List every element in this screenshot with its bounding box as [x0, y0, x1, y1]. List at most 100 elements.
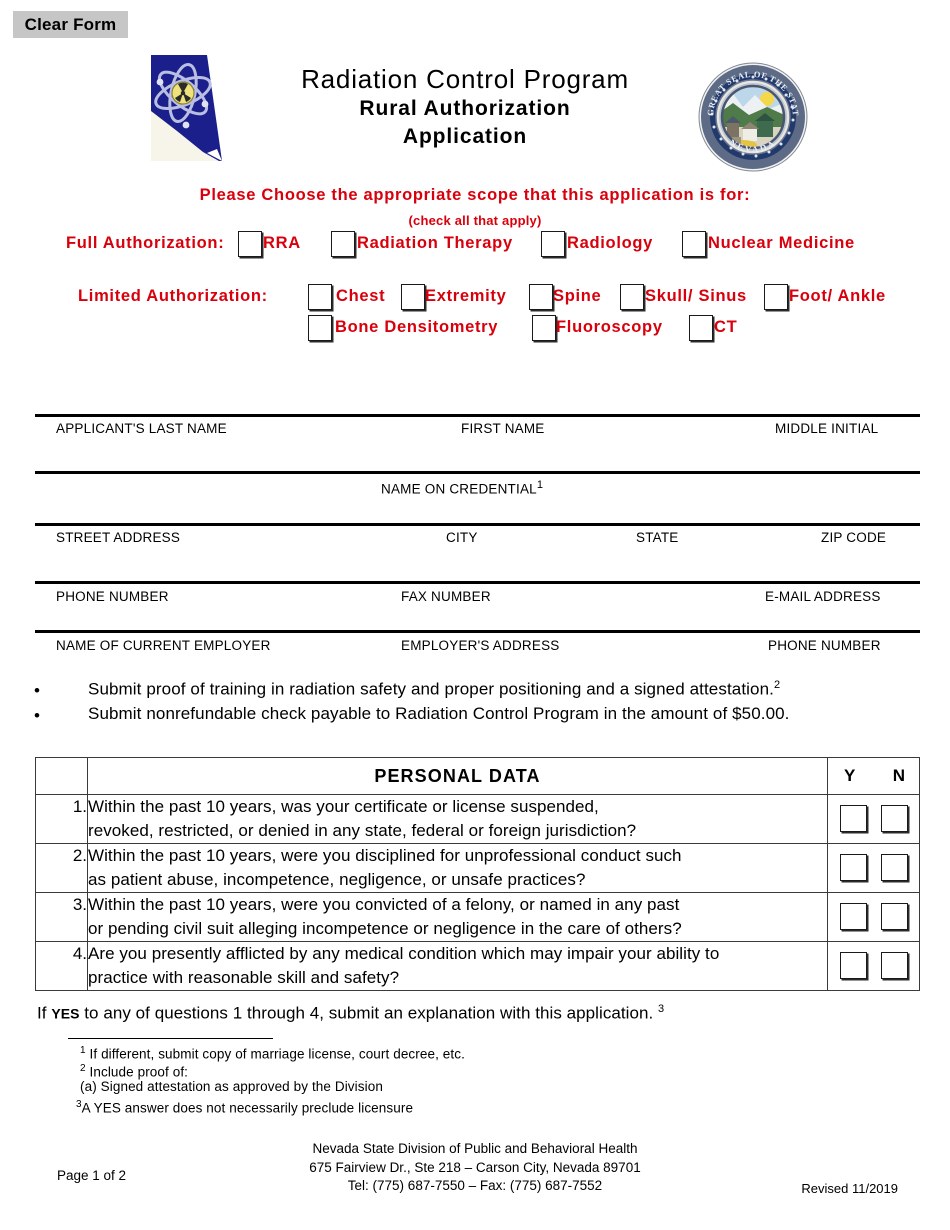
label-nuclear-medicine: Nuclear Medicine [708, 234, 855, 252]
limited-authorization-label: Limited Authorization: [78, 287, 268, 305]
scope-instruction: Please Choose the appropriate scope that… [199, 186, 751, 204]
label-email-address: E-MAIL ADDRESS [765, 589, 881, 604]
label-city: CITY [446, 530, 478, 545]
input-contact-line[interactable] [40, 554, 915, 579]
header-yes: Y [844, 766, 856, 785]
full-authorization-label: Full Authorization: [66, 234, 225, 252]
question-number-2: 2. [35, 843, 88, 893]
requirement-item-1: Submit proof of training in radiation sa… [88, 679, 781, 699]
question-line: revoked, restricted, or denied in any st… [88, 821, 637, 840]
checkbox-skull-sinus[interactable] [620, 284, 644, 310]
header-cell-yes-no: Y N [827, 757, 920, 795]
input-name-on-credential[interactable] [40, 444, 915, 469]
question-number-4: 4. [35, 941, 88, 991]
label-state: STATE [636, 530, 679, 545]
checkbox-extremity[interactable] [401, 284, 425, 310]
clear-form-button[interactable]: Clear Form [13, 11, 128, 38]
label-foot-ankle: Foot/ Ankle [789, 287, 886, 305]
question-line: Are you presently afflicted by any medic… [88, 944, 720, 963]
nevada-state-seal: ALL FOR OUR COUNTRY THE GREAT SEAL OF TH… [693, 54, 809, 173]
table-row: 1. Within the past 10 years, was your ce… [35, 794, 920, 844]
header-cell-blank [35, 757, 88, 795]
checkbox-chest[interactable] [308, 284, 332, 310]
label-bone-densitometry: Bone Densitometry [335, 318, 499, 336]
requirement-item-2: Submit nonrefundable check payable to Ra… [88, 704, 790, 723]
footnote-2a: (a) Signed attestation as approved by th… [80, 1079, 383, 1094]
question-text-3: Within the past 10 years, were you convi… [87, 892, 828, 942]
label-employer-phone-number: PHONE NUMBER [768, 638, 881, 653]
header-no: N [892, 766, 905, 785]
document-title-block: Radiation Control Program Rural Authoriz… [250, 63, 680, 151]
checkbox-q1-yes[interactable] [840, 805, 867, 832]
answer-cell-3 [827, 892, 920, 942]
question-text-4: Are you presently afflicted by any medic… [87, 941, 828, 991]
checkbox-fluoroscopy[interactable] [532, 315, 556, 341]
question-line: Within the past 10 years, were you disci… [88, 846, 682, 865]
question-line: or pending civil suit alleging incompete… [88, 919, 682, 938]
checkbox-q3-yes[interactable] [840, 903, 867, 930]
checkbox-spine[interactable] [529, 284, 553, 310]
label-name-on-credential: NAME ON CREDENTIAL1 [381, 479, 544, 497]
field-rule-row3 [35, 523, 920, 526]
table-row: 4. Are you presently afflicted by any me… [35, 941, 920, 991]
personal-data-table: PERSONAL DATA Y N 1. Within the past 10 … [35, 757, 920, 991]
checkbox-radiology[interactable] [541, 231, 565, 257]
label-current-employer: NAME OF CURRENT EMPLOYER [56, 638, 271, 653]
field-rule-row1 [35, 414, 920, 417]
input-address-line[interactable] [40, 497, 915, 521]
label-chest: Chest [336, 287, 386, 305]
table-row: 3. Within the past 10 years, were you co… [35, 892, 920, 942]
table-row: 2. Within the past 10 years, were you di… [35, 843, 920, 893]
answer-cell-4 [827, 941, 920, 991]
checkbox-nuclear-medicine[interactable] [682, 231, 706, 257]
label-radiation-therapy: Radiation Therapy [357, 234, 513, 252]
label-applicant-last-name: APPLICANT'S LAST NAME [56, 421, 227, 436]
label-extremity: Extremity [425, 287, 507, 305]
bullet-marker-2: • [34, 706, 40, 725]
scope-sub-instruction: (check all that apply) [408, 213, 542, 228]
table-header-row: PERSONAL DATA Y N [35, 757, 920, 795]
nevada-atom-logo [147, 49, 225, 167]
question-line: Within the past 10 years, were you convi… [88, 895, 680, 914]
checkbox-radiation-therapy[interactable] [331, 231, 355, 257]
checkbox-q3-no[interactable] [881, 903, 908, 930]
checkbox-q4-yes[interactable] [840, 952, 867, 979]
checkbox-q2-yes[interactable] [840, 854, 867, 881]
checkbox-ct[interactable] [689, 315, 713, 341]
footnote-3: 3A YES answer does not necessarily precl… [76, 1099, 414, 1116]
question-number-3: 3. [35, 892, 88, 942]
checkbox-rra[interactable] [238, 231, 262, 257]
input-applicant-names[interactable] [40, 386, 915, 412]
input-employer-line[interactable] [40, 604, 915, 628]
label-street-address: STREET ADDRESS [56, 530, 181, 545]
label-fax-number: FAX NUMBER [401, 589, 491, 604]
footnote-divider [68, 1038, 273, 1040]
checkbox-q2-no[interactable] [881, 854, 908, 881]
page-subtitle-2: Application [402, 125, 528, 148]
question-text-1: Within the past 10 years, was your certi… [87, 794, 828, 844]
checkbox-q1-no[interactable] [881, 805, 908, 832]
field-rule-row5 [35, 630, 920, 633]
label-rra: RRA [263, 234, 301, 252]
question-number-1: 1. [35, 794, 88, 844]
if-yes-instruction: If YES to any of questions 1 through 4, … [37, 1003, 665, 1023]
question-line: as patient abuse, incompetence, negligen… [88, 870, 586, 889]
label-zip-code: ZIP CODE [821, 530, 887, 545]
label-middle-initial: MIDDLE INITIAL [775, 421, 879, 436]
label-phone-number: PHONE NUMBER [56, 589, 169, 604]
footer-org-line-2: 675 Fairview Dr., Ste 218 – Carson City,… [309, 1159, 641, 1175]
label-radiology: Radiology [567, 234, 654, 252]
label-first-name: FIRST NAME [461, 421, 545, 436]
checkbox-bone-densitometry[interactable] [308, 315, 332, 341]
answer-cell-2 [827, 843, 920, 893]
question-line: practice with reasonable skill and safet… [88, 968, 400, 987]
field-rule-row2 [35, 471, 920, 474]
page-title: Radiation Control Program [301, 64, 629, 94]
field-rule-row4 [35, 581, 920, 584]
checkbox-foot-ankle[interactable] [764, 284, 788, 310]
checkbox-q4-no[interactable] [881, 952, 908, 979]
label-spine: Spine [553, 287, 602, 305]
bullet-marker-1: • [34, 681, 40, 700]
label-employer-address: EMPLOYER'S ADDRESS [401, 638, 560, 653]
label-skull-sinus: Skull/ Sinus [645, 287, 747, 305]
